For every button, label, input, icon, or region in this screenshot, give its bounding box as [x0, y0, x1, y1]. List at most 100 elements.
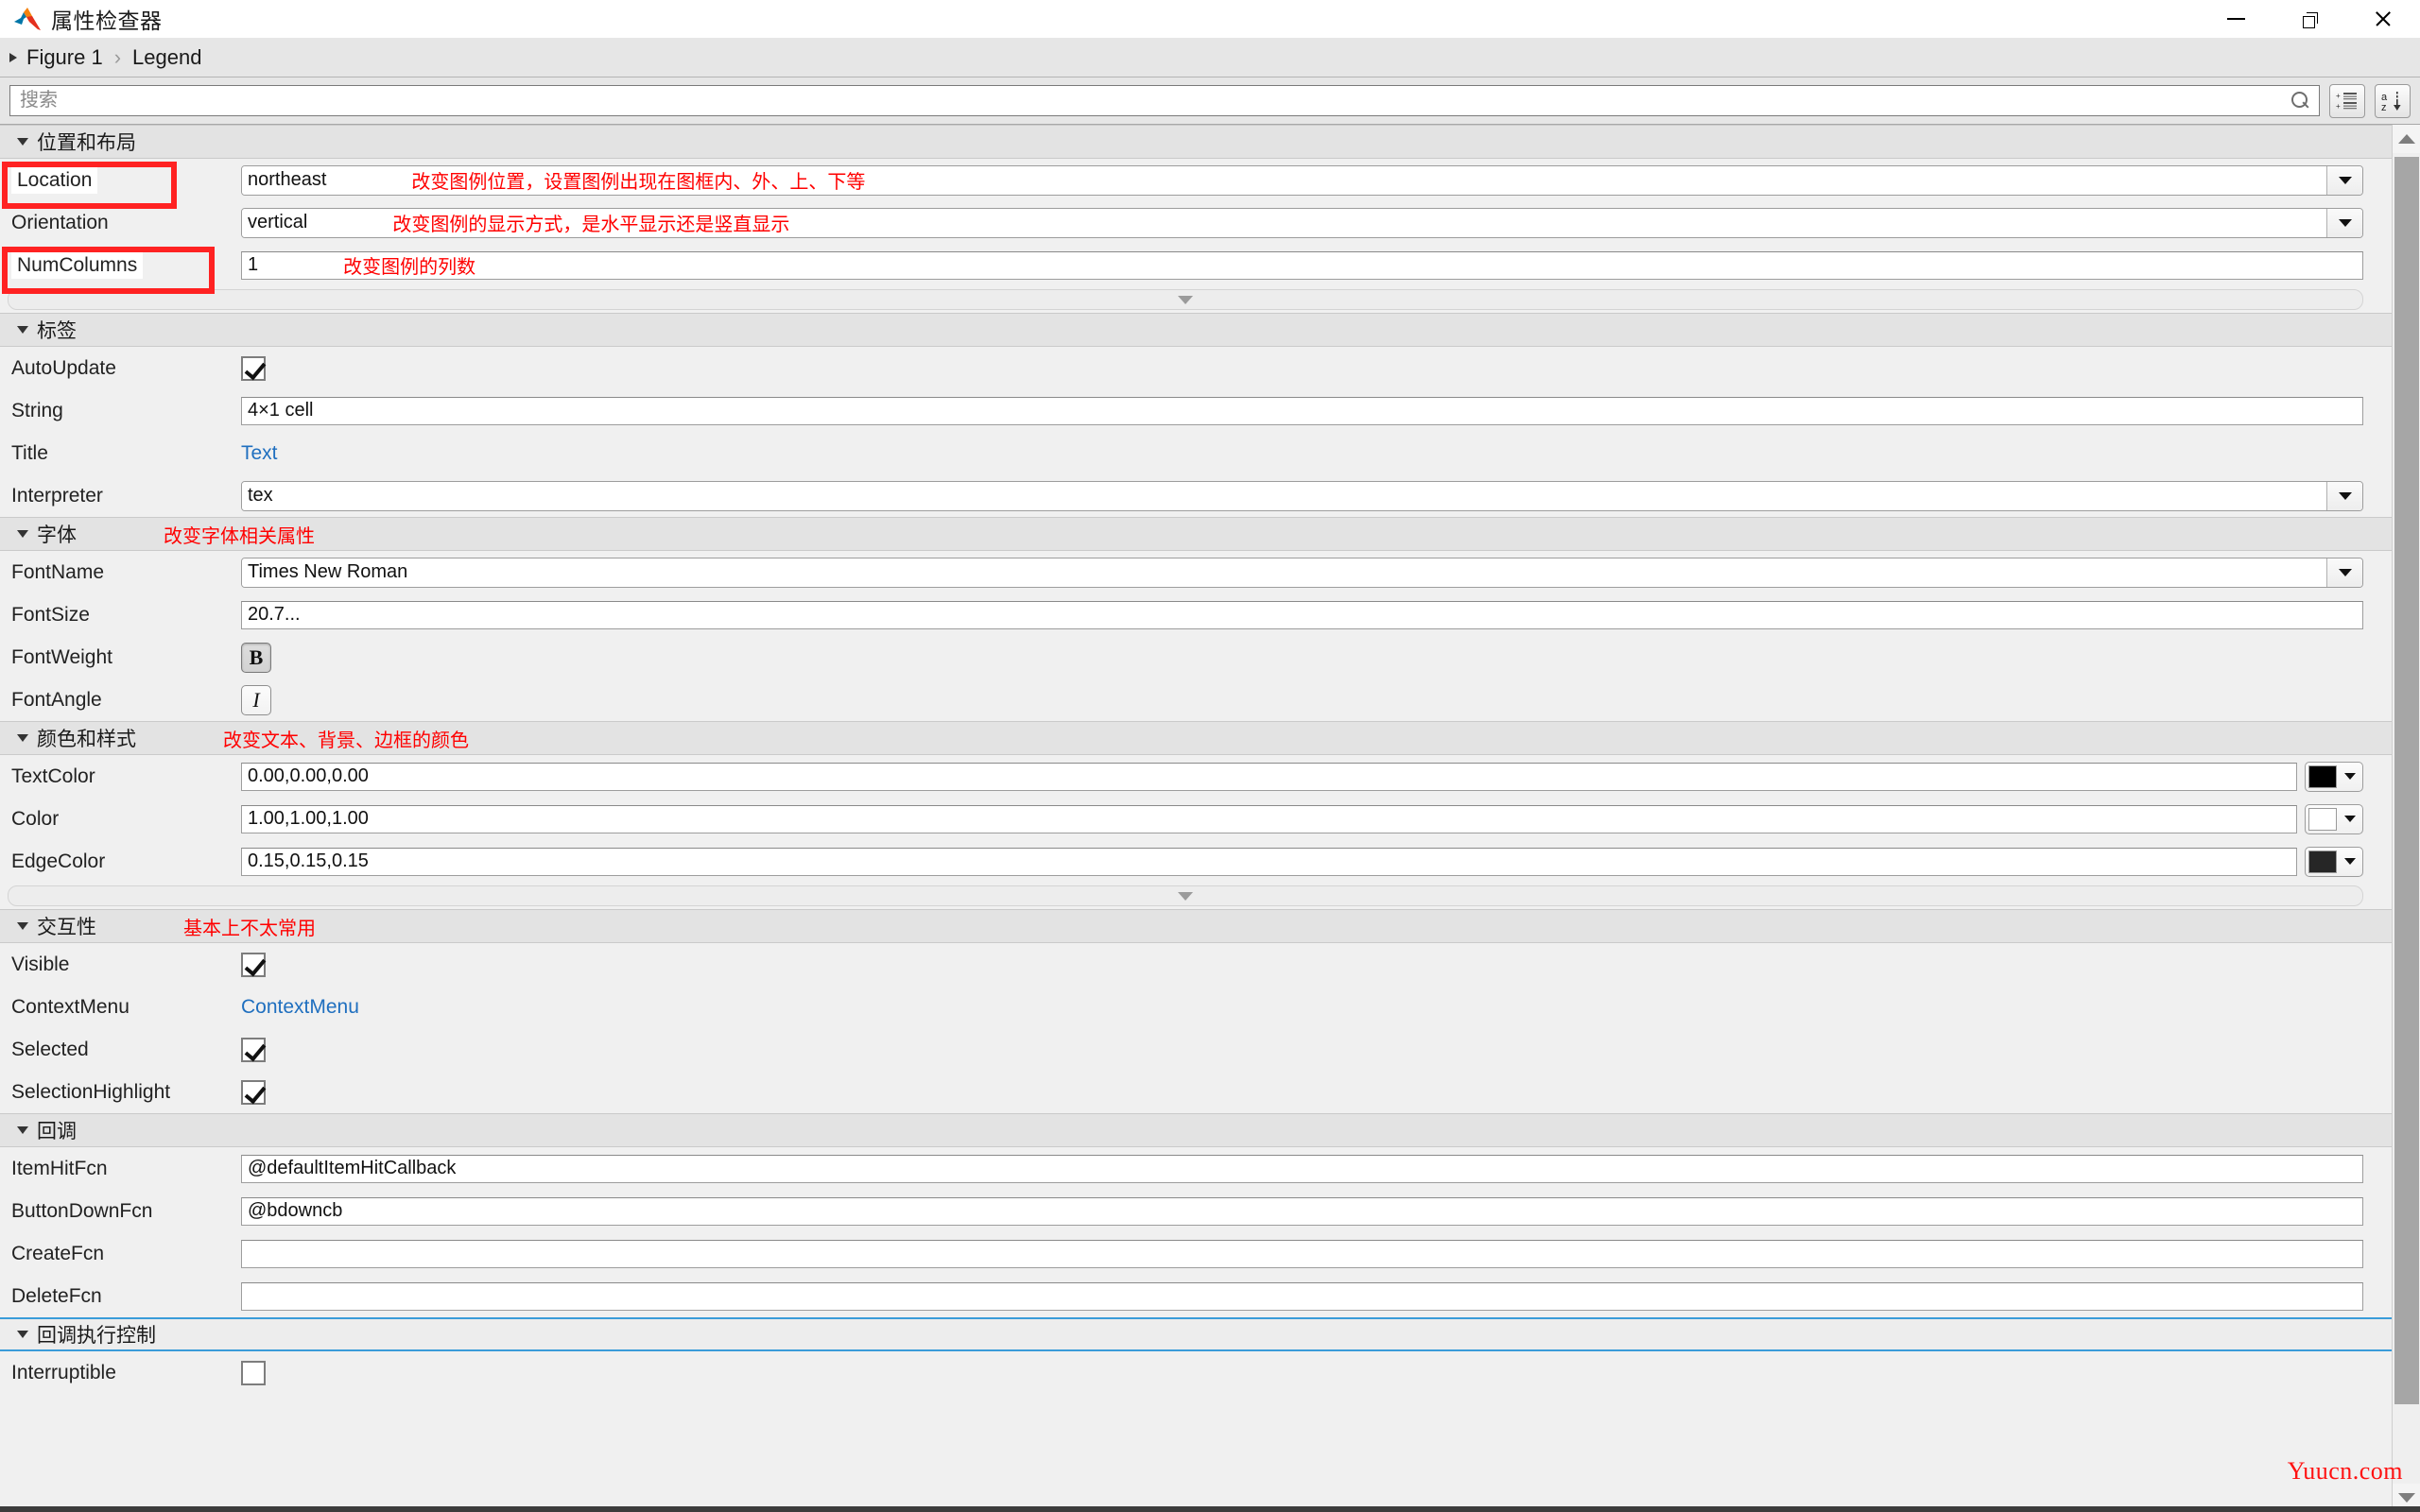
property-label-title: Title: [0, 442, 241, 465]
checkbox-selected[interactable]: [241, 1037, 266, 1062]
checkbox-autoupdate[interactable]: [241, 355, 266, 381]
italic-icon: I: [252, 687, 260, 712]
combo-orientation[interactable]: vertical 改变图例的显示方式，是水平显示还是竖直显示: [241, 207, 2363, 238]
input-value: 4×1 cell: [248, 400, 314, 421]
svg-text:z: z: [2381, 102, 2387, 112]
toggle-fontangle[interactable]: I: [241, 684, 271, 715]
dropdown-button[interactable]: [2337, 773, 2362, 780]
property-row: Selected: [0, 1028, 2392, 1071]
dropdown-button[interactable]: [2337, 858, 2362, 865]
section-header-callbacks[interactable]: 回调: [0, 1113, 2392, 1147]
checkbox-selectionhighlight[interactable]: [241, 1079, 266, 1105]
combo-location[interactable]: northeast 改变图例位置，设置图例出现在图框内、外、上、下等: [241, 164, 2363, 196]
section-header-font[interactable]: 字体 改变字体相关属性: [0, 517, 2392, 551]
combo-fontname[interactable]: Times New Roman: [241, 557, 2363, 588]
property-row: Orientation vertical 改变图例的显示方式，是水平显示还是竖直显示: [0, 201, 2392, 244]
dropdown-button[interactable]: [2326, 208, 2362, 237]
property-row: Color 1.00,1.00,1.00: [0, 798, 2392, 840]
bold-icon: B: [249, 644, 264, 669]
breadcrumb: Figure 1 › Legend: [0, 38, 2420, 77]
combo-value: Times New Roman: [242, 558, 2326, 587]
property-label-text: AutoUpdate: [11, 356, 116, 379]
property-row: CreateFcn: [0, 1232, 2392, 1275]
property-label-interruptible: Interruptible: [0, 1362, 241, 1384]
section-header-labels[interactable]: 标签: [0, 313, 2392, 347]
sort-alphabetically-button[interactable]: a z: [2375, 83, 2411, 118]
property-row: Interruptible: [0, 1351, 2392, 1394]
section-header-callback-exec[interactable]: 回调执行控制: [0, 1317, 2392, 1351]
svg-text:+: +: [2336, 102, 2341, 111]
property-row: Location northeast 改变图例位置，设置图例出现在图框内、外、上、下…: [0, 159, 2392, 209]
input-buttondownfcn[interactable]: @bdowncb: [241, 1196, 2363, 1226]
link-title[interactable]: Text: [241, 442, 278, 465]
close-button[interactable]: [2346, 0, 2420, 38]
property-label-text: SelectionHighlight: [11, 1080, 171, 1103]
property-label-selectionhighlight: SelectionHighlight: [0, 1081, 241, 1104]
checkbox-interruptible[interactable]: [241, 1360, 266, 1385]
expand-more-colors[interactable]: [8, 885, 2363, 906]
section-title: 回调执行控制: [37, 1325, 156, 1347]
section-header-colors[interactable]: 颜色和样式 改变文本、背景、边框的颜色: [0, 721, 2392, 755]
chevron-down-icon: [2338, 568, 2352, 576]
color-picker-edgecolor[interactable]: [2305, 846, 2363, 877]
breadcrumb-root[interactable]: Figure 1: [26, 45, 103, 70]
toggle-fontweight[interactable]: B: [241, 642, 271, 673]
dropdown-button[interactable]: [2326, 481, 2362, 510]
property-scroll-area[interactable]: 位置和布局 Location northeast 改变图例位置，设置图例出现在图框内、…: [0, 125, 2420, 1512]
input-value: 20.7...: [248, 604, 301, 625]
vertical-scrollbar[interactable]: [2392, 125, 2420, 1512]
input-fontsize[interactable]: 20.7...: [241, 600, 2363, 629]
scrollbar-thumb[interactable]: [2394, 157, 2419, 1404]
minimize-icon: [2226, 18, 2245, 20]
close-icon: [2374, 9, 2393, 28]
breadcrumb-current[interactable]: Legend: [132, 45, 201, 70]
property-row: FontName Times New Roman: [0, 551, 2392, 593]
link-contextmenu[interactable]: ContextMenu: [241, 996, 359, 1019]
dropdown-button[interactable]: [2337, 816, 2362, 822]
restore-button[interactable]: [2273, 0, 2346, 38]
property-label-textcolor: TextColor: [0, 765, 241, 788]
property-label-text: FontSize: [11, 603, 90, 626]
chevron-down-icon: [17, 530, 28, 538]
input-textcolor[interactable]: 0.00,0.00,0.00: [241, 762, 2297, 791]
expand-more-layout[interactable]: [8, 289, 2363, 310]
input-deletefcn[interactable]: [241, 1281, 2363, 1311]
checkbox-visible[interactable]: [241, 952, 266, 977]
breadcrumb-expand-icon[interactable]: [9, 52, 17, 62]
section-header-interactivity[interactable]: 交互性 基本上不太常用: [0, 909, 2392, 943]
combo-interpreter[interactable]: tex: [241, 480, 2363, 511]
input-numcolumns[interactable]: 1 改变图例的列数: [241, 250, 2363, 280]
dropdown-button[interactable]: [2326, 558, 2362, 587]
input-color[interactable]: 1.00,1.00,1.00: [241, 804, 2297, 833]
scroll-up-button[interactable]: [2393, 125, 2420, 153]
chevron-down-icon: [2343, 858, 2356, 865]
group-by-category-button[interactable]: + +: [2329, 83, 2365, 118]
chevron-up-icon: [2398, 134, 2415, 144]
dropdown-button[interactable]: [2326, 165, 2362, 195]
property-row: EdgeColor 0.15,0.15,0.15: [0, 840, 2392, 883]
input-string[interactable]: 4×1 cell: [241, 396, 2363, 425]
combo-value-text: northeast: [248, 169, 327, 190]
combo-value: vertical 改变图例的显示方式，是水平显示还是竖直显示: [242, 208, 2326, 237]
color-picker-color[interactable]: [2305, 803, 2363, 834]
input-createfcn[interactable]: [241, 1239, 2363, 1268]
input-edgecolor[interactable]: 0.15,0.15,0.15: [241, 847, 2297, 876]
property-label-color: Color: [0, 808, 241, 831]
property-row: FontWeight B: [0, 636, 2392, 679]
watermark: Yuucn.com: [2287, 1457, 2403, 1485]
input-itemhitfcn[interactable]: @defaultItemHitCallback: [241, 1154, 2363, 1183]
window-title: 属性检查器: [51, 9, 163, 33]
property-label-itemhitfcn: ItemHitFcn: [0, 1158, 241, 1180]
search-icon[interactable]: [2290, 91, 2309, 111]
chevron-down-icon: [1178, 891, 1193, 901]
section-header-layout[interactable]: 位置和布局: [0, 125, 2392, 159]
search-input[interactable]: [18, 89, 2290, 112]
input-value: 1.00,1.00,1.00: [248, 808, 369, 829]
property-label-buttondownfcn: ButtonDownFcn: [0, 1200, 241, 1223]
sort-alpha-icon: a z: [2381, 91, 2401, 112]
color-picker-textcolor[interactable]: [2305, 761, 2363, 792]
search-box[interactable]: [9, 85, 2320, 116]
minimize-button[interactable]: [2199, 0, 2273, 38]
property-label-text: Interruptible: [11, 1361, 116, 1383]
chevron-down-icon: [17, 326, 28, 334]
